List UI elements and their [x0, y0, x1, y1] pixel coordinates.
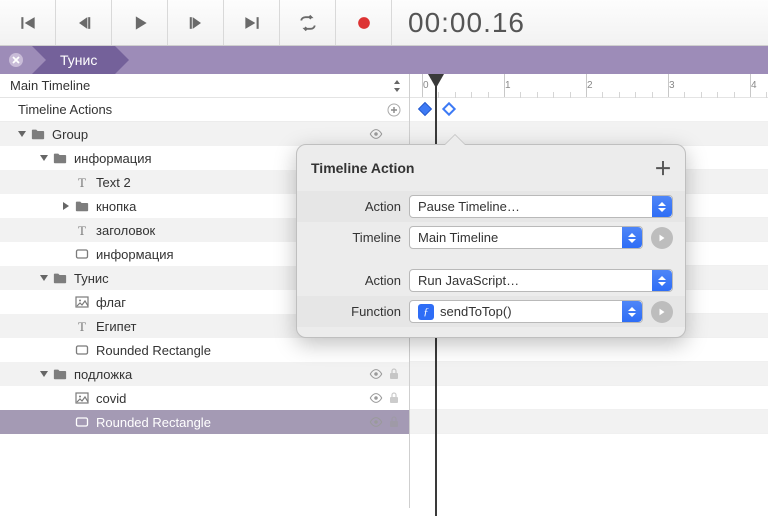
- popover-select-value: sendToTop(): [440, 304, 512, 319]
- popover-field-label: Function: [309, 304, 401, 319]
- timeline-track-row[interactable]: [410, 410, 768, 434]
- loop-button[interactable]: [280, 0, 336, 45]
- text-icon: T: [74, 223, 90, 237]
- popover-select-value: Main Timeline: [418, 230, 498, 245]
- visibility-icon[interactable]: [367, 392, 385, 404]
- go-button[interactable]: [651, 301, 673, 323]
- go-to-start-button[interactable]: [0, 0, 56, 45]
- disclosure-triangle-icon[interactable]: [40, 275, 48, 281]
- outline-row[interactable]: Rounded Rectangle: [0, 338, 409, 362]
- timeline-actions-row[interactable]: Timeline Actions: [0, 98, 409, 122]
- popover-config-row: Action Run JavaScript…: [297, 265, 685, 296]
- breadcrumb-scene[interactable]: Тунис: [32, 46, 115, 74]
- timeline-track-row[interactable]: [410, 362, 768, 386]
- updown-icon: [391, 78, 403, 94]
- go-to-end-button[interactable]: [224, 0, 280, 45]
- close-scene-button[interactable]: [0, 46, 32, 74]
- rect-icon: [74, 343, 90, 357]
- timeline-name: Main Timeline: [10, 78, 90, 93]
- playhead[interactable]: [428, 74, 444, 88]
- function-icon: ƒ: [418, 304, 434, 320]
- go-button[interactable]: [651, 227, 673, 249]
- popover-select-value: Run JavaScript…: [418, 273, 519, 288]
- timeline-selector[interactable]: Main Timeline: [0, 74, 409, 98]
- folder-icon: [74, 199, 90, 213]
- outline-row[interactable]: Group: [0, 122, 409, 146]
- rect-icon: [74, 415, 90, 429]
- visibility-icon[interactable]: [367, 368, 385, 380]
- svg-text:T: T: [78, 319, 86, 333]
- prev-frame-button[interactable]: [56, 0, 112, 45]
- popover-field-label: Timeline: [309, 230, 401, 245]
- transport-toolbar: 00:00.16: [0, 0, 768, 46]
- breadcrumb-label: Тунис: [60, 52, 97, 68]
- disclosure-triangle-icon[interactable]: [40, 371, 48, 377]
- timeline-track-row[interactable]: [410, 338, 768, 362]
- timecode-display: 00:00.16: [392, 0, 768, 45]
- folder-icon: [30, 127, 46, 141]
- select-stepper-icon: [652, 270, 672, 291]
- outline-item-label: Group: [52, 127, 367, 142]
- select-stepper-icon: [622, 227, 642, 248]
- add-timeline-action-button[interactable]: [385, 103, 403, 117]
- disclosure-triangle-icon[interactable]: [63, 202, 69, 210]
- lock-icon[interactable]: [385, 367, 403, 381]
- lock-icon[interactable]: [385, 415, 403, 429]
- svg-text:T: T: [78, 223, 86, 237]
- disclosure-triangle-icon[interactable]: [18, 131, 26, 137]
- rect-icon: [74, 247, 90, 261]
- image-icon: [74, 295, 90, 309]
- next-frame-button[interactable]: [168, 0, 224, 45]
- play-button[interactable]: [112, 0, 168, 45]
- ruler-tick-label: 2: [587, 80, 593, 91]
- popover-field-label: Action: [309, 273, 401, 288]
- folder-icon: [52, 151, 68, 165]
- popover-select[interactable]: Main Timeline: [409, 226, 643, 249]
- ruler-tick-label: 4: [751, 80, 757, 91]
- keyframe-diamond[interactable]: [442, 102, 456, 116]
- select-stepper-icon: [652, 196, 672, 217]
- keyframe-diamond[interactable]: [418, 102, 432, 116]
- ruler-tick-label: 3: [669, 80, 675, 91]
- popover-select[interactable]: ƒ sendToTop(): [409, 300, 643, 323]
- record-button[interactable]: [336, 0, 392, 45]
- outline-item-label: covid: [96, 391, 367, 406]
- popover-select-value: Pause Timeline…: [418, 199, 520, 214]
- time-ruler[interactable]: 01234: [410, 74, 768, 98]
- popover-select[interactable]: Run JavaScript…: [409, 269, 673, 292]
- disclosure-triangle-icon[interactable]: [40, 155, 48, 161]
- popover-select[interactable]: Pause Timeline…: [409, 195, 673, 218]
- text-icon: T: [74, 175, 90, 189]
- outline-row[interactable]: Rounded Rectangle: [0, 410, 409, 434]
- text-icon: T: [74, 319, 90, 333]
- lock-icon[interactable]: [385, 391, 403, 405]
- timeline-track-row[interactable]: [410, 98, 768, 122]
- image-icon: [74, 391, 90, 405]
- outline-row[interactable]: подложка: [0, 362, 409, 386]
- popover-title: Timeline Action: [311, 160, 414, 176]
- svg-text:T: T: [78, 175, 86, 189]
- folder-icon: [52, 367, 68, 381]
- timeline-action-popover: Timeline Action ＋ Action Pause Timeline……: [296, 144, 686, 338]
- timeline-actions-label: Timeline Actions: [18, 102, 385, 117]
- visibility-icon[interactable]: [367, 416, 385, 428]
- select-stepper-icon: [622, 301, 642, 322]
- popover-config-row: Action Pause Timeline…: [297, 191, 685, 222]
- timeline-track-row[interactable]: [410, 386, 768, 410]
- popover-config-row: Function ƒ sendToTop(): [297, 296, 685, 327]
- outline-item-label: Rounded Rectangle: [96, 415, 367, 430]
- visibility-icon[interactable]: [367, 128, 385, 140]
- outline-item-label: подложка: [74, 367, 367, 382]
- popover-field-label: Action: [309, 199, 401, 214]
- popover-config-row: Timeline Main Timeline: [297, 222, 685, 253]
- ruler-tick-label: 1: [505, 80, 511, 91]
- outline-item-label: Rounded Rectangle: [96, 343, 367, 358]
- folder-icon: [52, 271, 68, 285]
- outline-row[interactable]: covid: [0, 386, 409, 410]
- add-action-button[interactable]: ＋: [653, 155, 673, 181]
- scene-breadcrumb: Тунис: [0, 46, 768, 74]
